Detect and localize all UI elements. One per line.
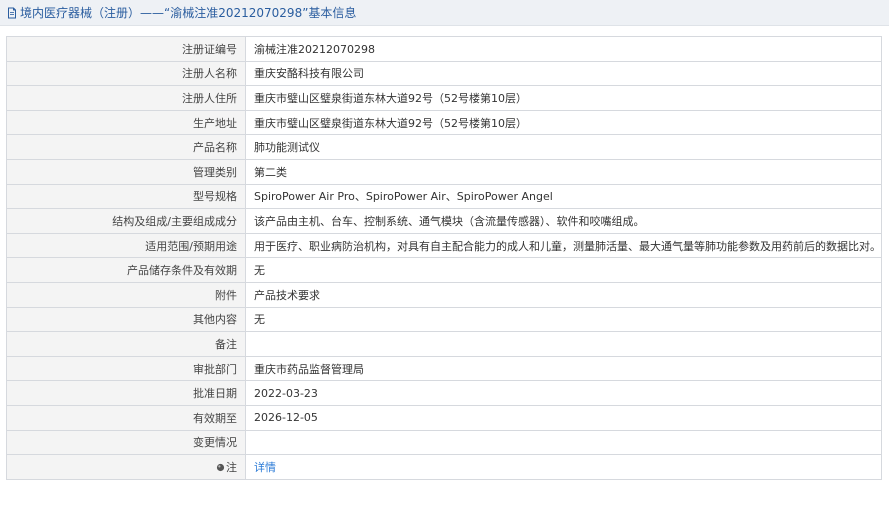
- table-row: 审批部门 重庆市药品监督管理局: [6, 355, 882, 382]
- row-label: 结构及组成/主要组成成分: [6, 208, 246, 234]
- row-label: 变更情况: [6, 429, 246, 456]
- table-row: 注册证编号 渝械注准20212070298: [6, 36, 882, 62]
- row-label: 注册证编号: [6, 36, 246, 62]
- table-row: 注册人住所 重庆市璧山区璧泉街道东林大道92号（52号楼第10层）: [6, 85, 882, 111]
- row-value: 重庆市璧山区璧泉街道东林大道92号（52号楼第10层）: [245, 85, 882, 111]
- row-value: 2026-12-05: [245, 404, 882, 431]
- row-label: 注册人住所: [6, 85, 246, 111]
- details-link[interactable]: 详情: [254, 461, 276, 474]
- table-row: 备注: [6, 331, 882, 357]
- table-row: 结构及组成/主要组成成分 该产品由主机、台车、控制系统、通气模块（含流量传感器）…: [6, 208, 882, 234]
- row-label: 批准日期: [6, 380, 246, 406]
- table-row: 注册人名称 重庆安酪科技有限公司: [6, 60, 882, 87]
- pin-icon: [216, 462, 225, 475]
- table-row: 产品储存条件及有效期 无: [6, 257, 882, 283]
- row-label: 审批部门: [6, 355, 246, 382]
- table-row: 型号规格 SpiroPower Air Pro、SpiroPower Air、S…: [6, 183, 882, 210]
- page-title: 境内医疗器械（注册）——“渝械注准20212070298”基本信息: [20, 6, 357, 20]
- row-label: 附件: [6, 281, 246, 308]
- row-value: 无: [245, 257, 882, 283]
- row-value: 重庆安酪科技有限公司: [245, 60, 882, 87]
- row-value: SpiroPower Air Pro、SpiroPower Air、SpiroP…: [245, 183, 882, 210]
- row-label: 注册人名称: [6, 60, 246, 87]
- table-row: 适用范围/预期用途 用于医疗、职业病防治机构，对具有自主配合能力的成人和儿童，测…: [6, 232, 882, 259]
- document-icon: [6, 7, 18, 19]
- row-value: 无: [245, 306, 882, 333]
- row-value: [245, 429, 882, 456]
- row-label: 产品名称: [6, 134, 246, 160]
- table-row: 产品名称 肺功能测试仪: [6, 134, 882, 160]
- table-row: 其他内容 无: [6, 306, 882, 333]
- row-value: 2022-03-23: [245, 380, 882, 406]
- table-row: 附件 产品技术要求: [6, 281, 882, 308]
- row-label: 生产地址: [6, 109, 246, 136]
- table-row: 管理类别 第二类: [6, 158, 882, 185]
- row-label: 型号规格: [6, 183, 246, 210]
- row-label: 适用范围/预期用途: [6, 232, 246, 259]
- row-value: 肺功能测试仪: [245, 134, 882, 160]
- row-label: 其他内容: [6, 306, 246, 333]
- row-value: 产品技术要求: [245, 281, 882, 308]
- table-row: 有效期至 2026-12-05: [6, 404, 882, 431]
- page-header: 境内医疗器械（注册）——“渝械注准20212070298”基本信息: [0, 0, 889, 26]
- row-value: 重庆市璧山区璧泉街道东林大道92号（52号楼第10层）: [245, 109, 882, 136]
- row-value: 渝械注准20212070298: [245, 36, 882, 62]
- info-table: 注册证编号 渝械注准20212070298 注册人名称 重庆安酪科技有限公司 注…: [6, 36, 882, 480]
- row-label: 产品储存条件及有效期: [6, 257, 246, 283]
- note-value-cell: 详情: [245, 454, 882, 480]
- table-row-note: 注 详情: [6, 454, 882, 480]
- table-row: 生产地址 重庆市璧山区璧泉街道东林大道92号（52号楼第10层）: [6, 109, 882, 136]
- row-value: 该产品由主机、台车、控制系统、通气模块（含流量传感器）、软件和咬嘴组成。: [245, 208, 882, 234]
- row-value: [245, 331, 882, 357]
- table-row: 批准日期 2022-03-23: [6, 380, 882, 406]
- note-label-cell: 注: [6, 454, 246, 480]
- row-value: 用于医疗、职业病防治机构，对具有自主配合能力的成人和儿童，测量肺活量、最大通气量…: [245, 232, 882, 259]
- table-row: 变更情况: [6, 429, 882, 456]
- row-label: 有效期至: [6, 404, 246, 431]
- row-label: 备注: [6, 331, 246, 357]
- row-value: 重庆市药品监督管理局: [245, 355, 882, 382]
- row-value: 第二类: [245, 158, 882, 185]
- note-label: 注: [226, 460, 237, 474]
- row-label: 管理类别: [6, 158, 246, 185]
